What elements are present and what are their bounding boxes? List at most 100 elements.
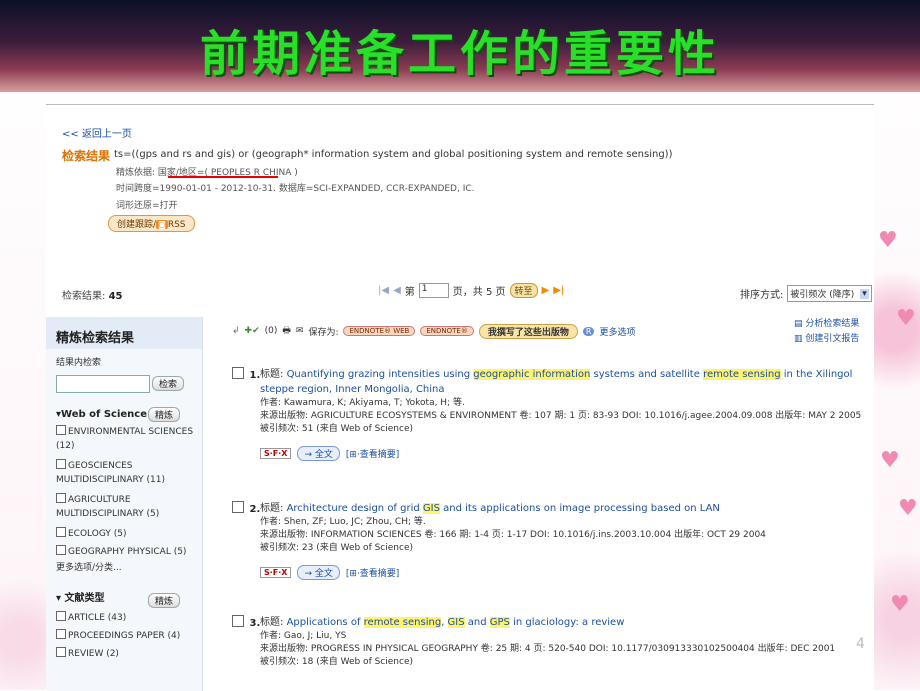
doctype-heading: ▾ 文献类型	[56, 593, 105, 604]
record-number: 1.	[232, 367, 260, 381]
record-authors: 作者: Kawamura, K; Akiyama, T; Yokota, H; …	[260, 398, 465, 408]
checkbox[interactable]	[56, 611, 66, 621]
heart-decoration-icon: ♥	[878, 228, 898, 253]
save-to-label: 保存为:	[308, 327, 339, 338]
query-text: ts=((gps and rs and gis) or (geograph* i…	[114, 149, 673, 160]
record-cited[interactable]: 被引频次: 23 (来自 Web of Science)	[260, 542, 868, 555]
analyze-results-link[interactable]: ▤ 分析检索结果	[794, 317, 859, 332]
checkbox[interactable]	[56, 545, 66, 555]
sidebar-title: 精炼检索结果	[46, 317, 202, 349]
slide-title: 前期准备工作的重要性	[199, 26, 720, 82]
within-search-button[interactable]: 检索	[152, 376, 185, 391]
results-label: 检索结果	[62, 149, 111, 163]
sort-control: 排序方式: 被引频次 (降序) ▾	[740, 285, 872, 302]
checkbox[interactable]	[56, 493, 66, 503]
record-checkbox[interactable]	[232, 501, 244, 513]
chevron-down-icon: ▾	[860, 288, 869, 299]
checkbox[interactable]	[56, 647, 66, 657]
record-title[interactable]: 标题: Architecture design of grid GIS and …	[260, 501, 868, 516]
record-checkbox[interactable]	[232, 615, 244, 627]
checked-count: (0)	[264, 326, 278, 336]
researcherid-badge: R	[582, 326, 595, 336]
checkbox[interactable]	[56, 459, 66, 469]
refine-line: 精炼依据: 国家/地区=( PEOPLES R CHINA )	[116, 168, 298, 178]
record-source: 来源出版物: PROGRESS IN PHYSICAL GEOGRAPHY 卷:…	[260, 644, 836, 654]
record-cited[interactable]: 被引频次: 51 (来自 Web of Science)	[260, 423, 868, 436]
refine-sidebar: 精炼检索结果 结果内检索 检索 ▾Web of Science 类别 精炼 EN…	[46, 317, 203, 691]
checkbox[interactable]	[56, 527, 66, 537]
back-link[interactable]: << 返回上一页	[62, 125, 132, 140]
view-abstract-link[interactable]: [⊞·查看摘要]	[346, 566, 399, 579]
more-options-link[interactable]: 更多选项/分类...	[56, 561, 196, 575]
doctype-refine-button[interactable]: 精炼	[148, 593, 181, 608]
category-item[interactable]: ENVIRONMENTAL SCIENCES (12)	[56, 425, 196, 453]
category-item[interactable]: GEOGRAPHY PHYSICAL (5)	[56, 545, 196, 559]
slide-page-number: 4	[856, 636, 865, 652]
page-input[interactable]: 1	[418, 283, 449, 298]
within-search-input[interactable]	[56, 375, 150, 393]
search-results-screenshot: << 返回上一页 检索结果 ts=((gps and rs and gis) o…	[46, 104, 874, 691]
category-item[interactable]: GEOSCIENCES MULTIDISCIPLINARY (11)	[56, 459, 196, 487]
record-cited[interactable]: 被引频次: 18 (来自 Web of Science)	[260, 656, 868, 669]
sfx-button[interactable]: S·F·X	[260, 567, 292, 578]
fulltext-button[interactable]: → 全文	[297, 446, 340, 461]
record-title[interactable]: 标题: Quantifying grazing intensities usin…	[260, 367, 868, 397]
record-title[interactable]: 标题: Applications of remote sensing, GIS …	[260, 615, 868, 630]
print-icon[interactable]: 🖶	[282, 323, 291, 339]
category-item[interactable]: ECOLOGY (5)	[56, 527, 196, 541]
sfx-button[interactable]: S·F·X	[260, 448, 292, 459]
wos-refine-button[interactable]: 精炼	[148, 407, 181, 422]
record-checkbox[interactable]	[232, 367, 244, 379]
doctype-item[interactable]: PROCEEDINGS PAPER (4)	[56, 629, 196, 643]
endnote-button[interactable]: ENDNOTE®	[420, 326, 474, 336]
prev-page-icon[interactable]: ◀	[393, 285, 401, 296]
red-underline	[168, 176, 278, 178]
analysis-links: ▤ 分析检索结果 ▥ 创建引文报告	[794, 317, 859, 347]
category-item[interactable]: AGRICULTURE MULTIDISCIPLINARY (5)	[56, 493, 196, 521]
doctype-item[interactable]: ARTICLE (43)	[56, 611, 196, 625]
heart-decoration-icon: ♥	[896, 306, 916, 331]
record-number: 3.	[232, 615, 260, 629]
results-count: 检索结果: 45	[62, 291, 123, 302]
select-arrow-icon: ↲	[232, 326, 240, 336]
record-authors: 作者: Shen, ZF; Luo, JC; Zhou, CH; 等.	[260, 517, 426, 527]
more-options-link[interactable]: 更多选项	[599, 325, 635, 338]
fulltext-button[interactable]: → 全文	[297, 565, 340, 580]
my-publications-button[interactable]: 我撰写了这些出版物	[478, 323, 578, 339]
create-track-button[interactable]: 创建跟踪/◙ RSS	[108, 215, 195, 232]
timespan-line: 时间跨度=1990-01-01 - 2012-10-31. 数据库=SCI-EX…	[116, 184, 475, 194]
checkbox[interactable]	[56, 629, 66, 639]
record-tools: S·F·X → 全文 [⊞·查看摘要]	[260, 565, 868, 580]
sort-select[interactable]: 被引频次 (降序) ▾	[787, 285, 872, 302]
go-button[interactable]: 转至	[509, 283, 538, 298]
next-page-icon[interactable]: ▶	[542, 285, 550, 296]
track-label: 创建跟踪	[117, 220, 154, 230]
citation-report-link[interactable]: ▥ 创建引文报告	[794, 332, 859, 347]
page-total: 页，共 5 页	[452, 287, 506, 298]
results-toolbar: ↲ ✚✔ (0) 🖶 ✉ 保存为: ENDNOTE® WEB ENDNOTE® …	[232, 323, 635, 339]
heart-decoration-icon: ♥	[890, 592, 910, 617]
rss-label: RSS	[167, 220, 186, 230]
heart-decoration-icon: ♥	[898, 496, 918, 521]
rss-icon: ◙	[156, 220, 168, 229]
view-abstract-link[interactable]: [⊞·查看摘要]	[346, 447, 399, 460]
first-page-icon[interactable]: |◀	[378, 285, 389, 296]
page-prefix: 第	[404, 287, 415, 298]
record-number: 2.	[232, 501, 260, 515]
sort-label: 排序方式:	[740, 290, 784, 301]
analyze-icon: ▤	[794, 319, 803, 329]
endnote-web-button[interactable]: ENDNOTE® WEB	[343, 326, 416, 336]
last-page-icon[interactable]: ▶|	[553, 285, 564, 296]
checkmark-add-icon[interactable]: ✚✔	[245, 326, 260, 336]
within-label: 结果内检索	[56, 358, 102, 368]
heart-decoration-icon: ♥	[880, 448, 900, 473]
chart-icon: ▥	[794, 334, 803, 344]
checkbox[interactable]	[56, 425, 66, 435]
title-banner: 前期准备工作的重要性	[0, 0, 920, 92]
lemma-line: 词形还原=打开	[116, 201, 178, 211]
email-icon[interactable]: ✉	[296, 326, 304, 336]
doctype-item[interactable]: REVIEW (2)	[56, 647, 196, 661]
record-source: 来源出版物: AGRICULTURE ECOSYSTEMS & ENVIRONM…	[260, 411, 862, 421]
pagination: |◀ ◀ 第 1 页，共 5 页 转至 ▶ ▶|	[378, 283, 564, 298]
record-tools: S·F·X → 全文 [⊞·查看摘要]	[260, 446, 868, 461]
